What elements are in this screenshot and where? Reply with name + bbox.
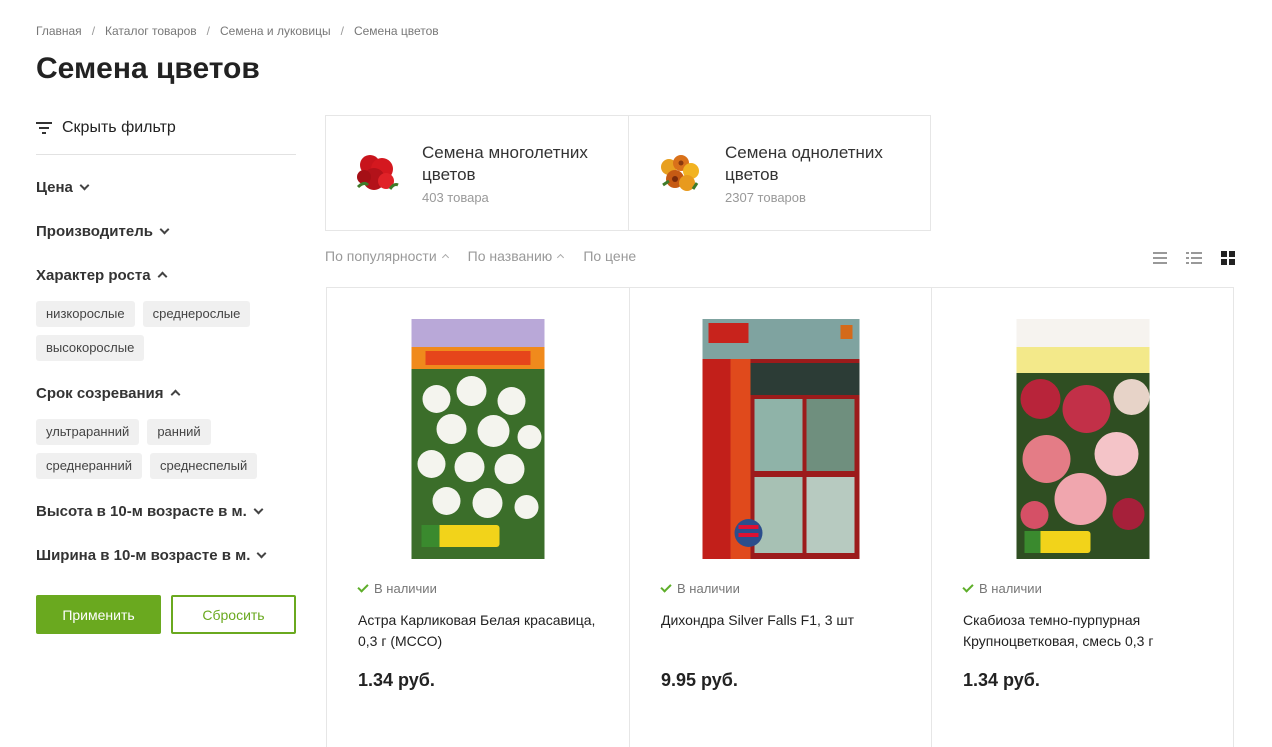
breadcrumb-separator: / — [91, 24, 96, 38]
filter-ripening-options: ультраранний ранний среднеранний среднес… — [36, 419, 296, 479]
sort-popularity-label: По популярности — [325, 248, 437, 264]
sort-name-label: По названию — [467, 248, 553, 264]
product-card[interactable]: В наличии Скабиоза темно-пурпурная Крупн… — [931, 288, 1233, 747]
stock-status: В наличии — [660, 581, 740, 596]
product-card[interactable]: В наличии Астра Карликовая Белая красави… — [327, 288, 629, 747]
filter-option[interactable]: высокорослые — [36, 335, 145, 361]
page-title: Семена цветов — [36, 52, 260, 85]
sort-popularity[interactable]: По популярности — [325, 248, 449, 264]
product-grid: В наличии Астра Карликовая Белая красави… — [326, 287, 1234, 747]
filter-option[interactable]: среднеранний — [36, 453, 143, 479]
filter-growth-header[interactable]: Характер роста — [36, 263, 296, 287]
list-view-icon[interactable] — [1152, 250, 1168, 266]
check-icon — [962, 581, 974, 593]
category-text: Семена однолетних цветов 2307 товаров — [725, 142, 915, 205]
chevron-up-icon — [170, 389, 180, 400]
apply-button[interactable]: Применить — [36, 595, 161, 634]
chevron-down-icon — [159, 224, 170, 234]
filter-height-label: Высота в 10-м возрасте в м. — [36, 502, 247, 520]
breadcrumb-catalog[interactable]: Каталог товаров — [105, 24, 197, 38]
grid-view-icon[interactable] — [1220, 250, 1236, 266]
filter-manufacturer-header[interactable]: Производитель — [36, 219, 296, 243]
category-count: 403 товара — [422, 189, 489, 205]
product-price: 9.95 руб. — [661, 670, 738, 690]
stock-status: В наличии — [962, 581, 1042, 596]
breadcrumb-separator: / — [340, 24, 344, 38]
filter-growth: Характер роста низкорослые среднерослые … — [36, 263, 296, 361]
chevron-up-icon — [557, 253, 565, 262]
sort-price[interactable]: По цене — [583, 248, 636, 264]
product-image[interactable] — [411, 319, 545, 559]
category-card-perennial[interactable]: Семена многолетних цветов 403 товара — [326, 116, 628, 230]
breadcrumb-separator: / — [206, 24, 211, 38]
product-name[interactable]: Скабиоза темно-пурпурная Крупноцветковая… — [963, 610, 1203, 652]
red-flower-icon — [348, 145, 404, 201]
product-image[interactable] — [1016, 319, 1149, 559]
stock-status: В наличии — [357, 581, 437, 596]
stock-label: В наличии — [677, 581, 740, 596]
filter-manufacturer-label: Производитель — [36, 222, 153, 240]
breadcrumb: Главная / Каталог товаров / Семена и лук… — [36, 24, 439, 38]
filter-growth-label: Характер роста — [36, 266, 151, 284]
stock-label: В наличии — [979, 581, 1042, 596]
filter-height-header[interactable]: Высота в 10-м возрасте в м. — [36, 499, 296, 523]
chevron-up-icon — [441, 253, 449, 262]
check-icon — [660, 581, 672, 593]
subcategory-list: Семена многолетних цветов 403 товара Сем… — [325, 115, 931, 231]
product-name[interactable]: Дихондра Silver Falls F1, 3 шт — [661, 610, 901, 631]
filter-height: Высота в 10-м возрасте в м. — [36, 499, 296, 523]
category-text: Семена многолетних цветов 403 товара — [422, 142, 612, 205]
category-count: 2307 товаров — [725, 189, 806, 205]
filter-price: Цена — [36, 175, 296, 199]
product-image[interactable] — [702, 319, 859, 559]
divider — [36, 154, 296, 155]
category-name: Семена однолетних цветов — [725, 142, 883, 184]
filter-width-header[interactable]: Ширина в 10-м возрасте в м. — [36, 543, 296, 567]
chevron-down-icon — [79, 180, 90, 190]
chevron-down-icon — [253, 504, 264, 514]
product-price: 1.34 руб. — [358, 670, 435, 690]
orange-flower-icon — [651, 145, 707, 201]
chevron-down-icon — [256, 548, 267, 558]
breadcrumb-current: Семена цветов — [353, 24, 439, 38]
filter-growth-options: низкорослые среднерослые высокорослые — [36, 301, 296, 361]
category-card-annual[interactable]: Семена однолетних цветов 2307 товаров — [628, 116, 930, 230]
chevron-up-icon — [157, 271, 167, 282]
product-price: 1.34 руб. — [963, 670, 1040, 690]
filter-option[interactable]: низкорослые — [36, 301, 135, 327]
breadcrumb-seeds-bulbs[interactable]: Семена и луковицы — [220, 24, 331, 38]
sort-bar: По популярности По названию По цене — [325, 248, 636, 264]
compact-list-view-icon[interactable] — [1186, 250, 1202, 266]
breadcrumb-home[interactable]: Главная — [36, 24, 82, 38]
hide-filter-label: Скрыть фильтр — [62, 119, 176, 136]
filter-option[interactable]: среднеспелый — [150, 453, 258, 479]
filter-actions: Применить Сбросить — [36, 595, 296, 634]
sort-name[interactable]: По названию — [467, 248, 565, 264]
filter-option[interactable]: ранний — [147, 419, 211, 445]
filter-icon — [36, 122, 52, 134]
filter-ripening: Срок созревания ультраранний ранний сред… — [36, 381, 296, 479]
view-switcher — [1152, 250, 1236, 266]
product-card[interactable]: В наличии Дихондра Silver Falls F1, 3 шт… — [629, 288, 931, 747]
filter-option[interactable]: среднерослые — [142, 301, 251, 327]
hide-filter-button[interactable]: Скрыть фильтр — [36, 112, 296, 144]
product-name[interactable]: Астра Карликовая Белая красавица, 0,3 г … — [358, 610, 598, 652]
stock-label: В наличии — [374, 581, 437, 596]
filter-manufacturer: Производитель — [36, 219, 296, 243]
reset-button[interactable]: Сбросить — [171, 595, 296, 634]
sort-price-label: По цене — [583, 248, 637, 264]
category-name: Семена многолетних цветов — [422, 142, 588, 184]
filter-sidebar: Скрыть фильтр Цена Производитель Характе… — [36, 112, 296, 634]
filter-price-label: Цена — [36, 178, 73, 196]
filter-price-header[interactable]: Цена — [36, 175, 296, 199]
filter-width: Ширина в 10-м возрасте в м. — [36, 543, 296, 567]
filter-width-label: Ширина в 10-м возрасте в м. — [36, 546, 251, 564]
check-icon — [357, 581, 369, 593]
filter-option[interactable]: ультраранний — [36, 419, 140, 445]
filter-ripening-header[interactable]: Срок созревания — [36, 381, 296, 405]
filter-ripening-label: Срок созревания — [36, 384, 164, 402]
